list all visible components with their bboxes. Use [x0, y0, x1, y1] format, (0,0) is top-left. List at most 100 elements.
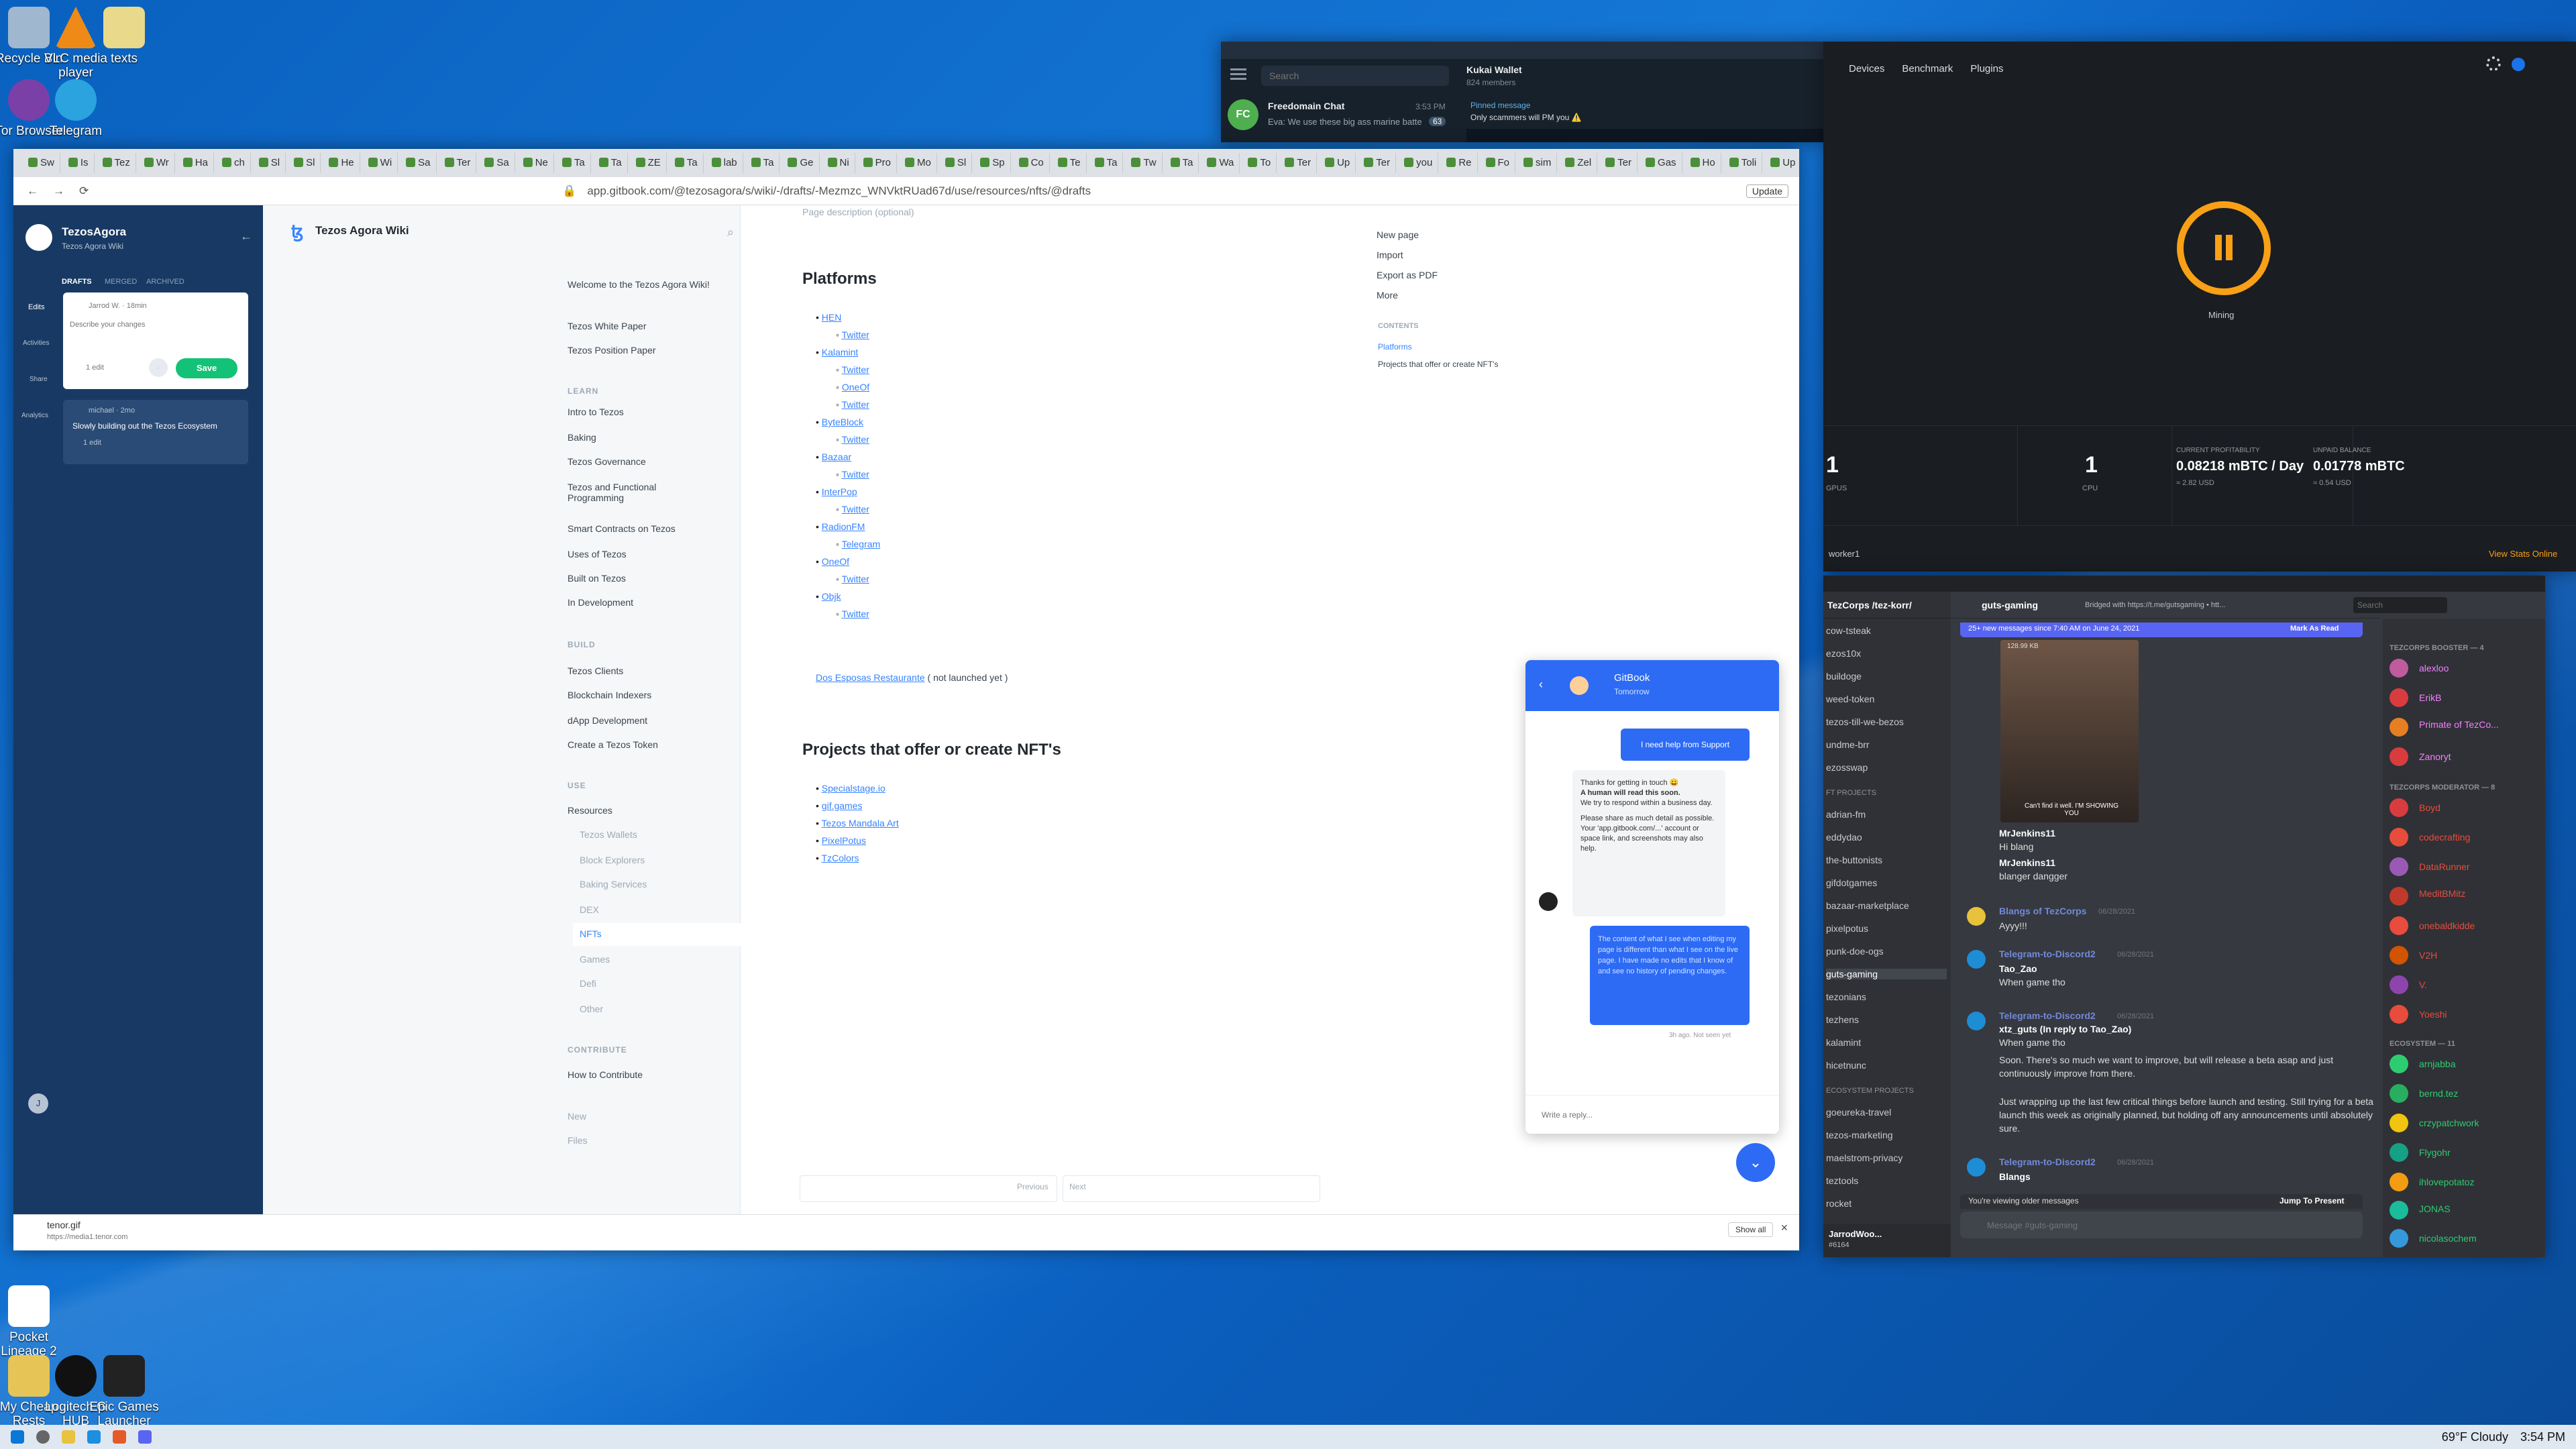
member-name[interactable]: Primate of TezCo...: [2419, 719, 2499, 730]
channel-item[interactable]: ezosswap: [1826, 762, 1868, 773]
platform-link[interactable]: InterPop: [822, 486, 857, 497]
avatar[interactable]: [2390, 975, 2408, 994]
sidebar-item-built-on[interactable]: Built on Tezos: [568, 573, 626, 584]
member-name[interactable]: onebaldkidde: [2419, 920, 2475, 931]
notification-icon[interactable]: [2512, 58, 2525, 71]
channel-item[interactable]: the-buttonists: [1826, 855, 1882, 865]
activities-nav-item[interactable]: Activities: [23, 339, 49, 347]
avatar[interactable]: [2390, 1201, 2408, 1220]
member-name[interactable]: crzypatchwork: [2419, 1118, 2479, 1128]
sub-link[interactable]: Twitter: [842, 329, 869, 340]
member-name[interactable]: ErikB: [2419, 692, 2441, 703]
avatar[interactable]: [2390, 1055, 2408, 1073]
sidebar-item-baking-services[interactable]: Baking Services: [580, 879, 647, 890]
browser-tab[interactable]: Re: [1441, 153, 1478, 173]
browser-tab[interactable]: Ta: [1165, 153, 1199, 173]
heading-platforms[interactable]: Platforms: [802, 270, 877, 288]
browser-tab[interactable]: He: [323, 153, 360, 173]
tab-drafts[interactable]: DRAFTS: [62, 278, 92, 286]
avatar[interactable]: [2390, 857, 2408, 876]
message-author[interactable]: Blangs of TezCorps: [1999, 906, 2086, 916]
browser-tab[interactable]: Ter: [1279, 153, 1318, 173]
browser-tab[interactable]: Ta: [746, 153, 780, 173]
browser-tab[interactable]: Sa: [400, 153, 437, 173]
desktop-icon-texts[interactable]: texts: [87, 7, 161, 66]
sidebar-item-welcome[interactable]: Welcome to the Tezos Agora Wiki!: [568, 279, 715, 290]
sidebar-item-create-token[interactable]: Create a Tezos Token: [568, 739, 658, 750]
sidebar-item-dapp[interactable]: dApp Development: [568, 715, 647, 726]
edits-nav-item[interactable]: Edits: [28, 303, 44, 311]
channel-item[interactable]: teztools: [1826, 1175, 1858, 1186]
channel-item[interactable]: gifdotgames: [1826, 877, 1877, 888]
sidebar-item-in-development[interactable]: In Development: [568, 597, 633, 608]
avatar[interactable]: [2390, 718, 2408, 737]
browser-tab[interactable]: Fo: [1481, 153, 1516, 173]
sidebar-files-button[interactable]: Files: [568, 1135, 588, 1146]
channel-item[interactable]: adrian-fm: [1826, 809, 1866, 820]
sidebar-item-other[interactable]: Other: [580, 1004, 603, 1014]
category-label[interactable]: ECOSYSTEM PROJECTS: [1826, 1087, 1914, 1095]
sidebar-item-nfts[interactable]: NFTs: [580, 928, 602, 939]
nav-benchmark[interactable]: Benchmark: [1902, 63, 1953, 74]
platform-link[interactable]: Bazaar: [822, 451, 851, 462]
browser-tab[interactable]: Gas: [1640, 153, 1682, 173]
message-author[interactable]: MrJenkins11: [1999, 828, 2055, 839]
analytics-nav-item[interactable]: Analytics: [21, 412, 48, 419]
back-icon[interactable]: ←: [27, 184, 38, 198]
browser-tab[interactable]: Te: [1053, 153, 1087, 173]
channel-item[interactable]: buildoge: [1826, 671, 1862, 682]
browser-tab[interactable]: lab: [706, 153, 743, 173]
browser-tab[interactable]: Toli: [1724, 153, 1763, 173]
close-icon[interactable]: ✕: [149, 358, 168, 377]
action-export-pdf[interactable]: Export as PDF: [1377, 270, 1438, 280]
sidebar-item-white-paper[interactable]: Tezos White Paper: [568, 321, 647, 331]
sub-link[interactable]: Telegram: [842, 539, 881, 549]
member-name[interactable]: ihlovepotatoz: [2419, 1177, 2475, 1187]
member-name[interactable]: Yoeshi: [2419, 1009, 2447, 1020]
menu-icon[interactable]: [1230, 68, 1246, 70]
member-name[interactable]: MeditBMitz: [2419, 888, 2465, 899]
sidebar-item-uses[interactable]: Uses of Tezos: [568, 549, 627, 559]
browser-tab[interactable]: Ni: [822, 153, 855, 173]
forward-icon[interactable]: →: [53, 184, 64, 198]
browser-tab[interactable]: Ter: [1600, 153, 1638, 173]
browser-tab[interactable]: Ta: [669, 153, 704, 173]
action-import[interactable]: Import: [1377, 250, 1403, 260]
member-name[interactable]: V.: [2419, 979, 2427, 990]
toc-item-platforms[interactable]: Platforms: [1378, 342, 1412, 352]
wiki-title[interactable]: Tezos Agora Wiki: [315, 224, 409, 237]
jump-to-present-button[interactable]: Jump To Present: [2279, 1196, 2344, 1205]
platform-link[interactable]: Objk: [822, 591, 841, 602]
member-name[interactable]: Boyd: [2419, 802, 2440, 813]
avatar[interactable]: [2390, 1173, 2408, 1191]
project-link[interactable]: Tezos Mandala Art: [822, 818, 899, 828]
project-link[interactable]: TzColors: [822, 853, 859, 863]
message-author[interactable]: Telegram-to-Discord2: [1999, 1010, 2096, 1021]
desktop-icon-pocket-lineage[interactable]: Pocket Lineage 2: [0, 1285, 66, 1358]
clock[interactable]: 3:54 PM: [2520, 1430, 2565, 1444]
show-all-button[interactable]: Show all: [1728, 1222, 1774, 1237]
url-text[interactable]: app.gitbook.com/@tezosagora/s/wiki/-/dra…: [587, 184, 1091, 198]
sub-link[interactable]: OneOf: [842, 382, 869, 392]
tab-archived[interactable]: ARCHIVED: [146, 278, 184, 286]
channel-item-active[interactable]: guts-gaming: [1826, 969, 1947, 979]
member-name[interactable]: JONAS: [2419, 1203, 2451, 1214]
sidebar-item-position-paper[interactable]: Tezos Position Paper: [568, 345, 656, 356]
channel-item[interactable]: cow-tsteak: [1826, 625, 1871, 636]
browser-tab[interactable]: Mo: [900, 153, 937, 173]
avatar[interactable]: [2390, 887, 2408, 906]
chat-launcher-button[interactable]: ⌄: [1736, 1143, 1775, 1182]
gear-icon[interactable]: [2486, 56, 2501, 71]
channel-item[interactable]: goeureka-travel: [1826, 1107, 1891, 1118]
browser-tab[interactable]: Ter: [1358, 153, 1397, 173]
browser-tab[interactable]: Sp: [975, 153, 1011, 173]
browser-tab[interactable]: Sl: [254, 153, 286, 173]
channel-item[interactable]: pixelpotus: [1826, 923, 1868, 934]
browser-tab[interactable]: Ta: [557, 153, 591, 173]
channel-item[interactable]: rocket: [1826, 1198, 1851, 1209]
avatar[interactable]: [2390, 688, 2408, 707]
user-avatar[interactable]: J: [28, 1093, 48, 1114]
heading-projects[interactable]: Projects that offer or create NFT's: [802, 741, 1061, 759]
member-name[interactable]: arnjabba: [2419, 1059, 2456, 1069]
sub-link[interactable]: Twitter: [842, 399, 869, 410]
